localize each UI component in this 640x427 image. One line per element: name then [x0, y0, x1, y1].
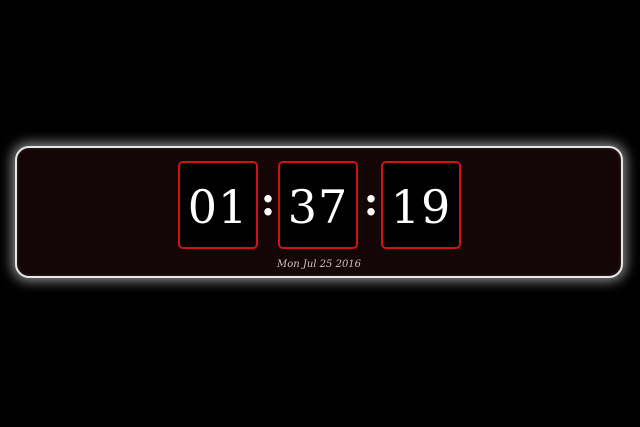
- hours-display: 01: [178, 161, 258, 249]
- minutes-seconds-separator: :: [363, 178, 379, 225]
- minutes-display: 37: [278, 161, 358, 249]
- hours-minutes-separator: :: [260, 178, 276, 225]
- date-label: Mon Jul 25 2016: [276, 259, 362, 270]
- seconds-display: 19: [381, 161, 461, 249]
- clock-panel: 01 : 37 : 19 Mon Jul 25 2016: [15, 146, 623, 278]
